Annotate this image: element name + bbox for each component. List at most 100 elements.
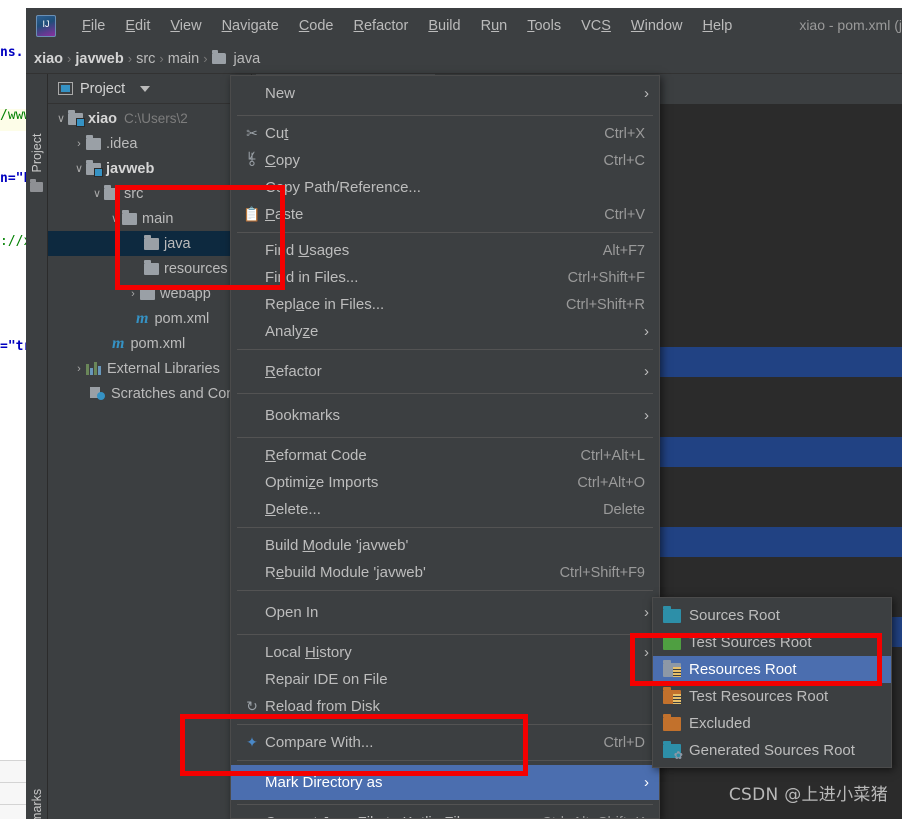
tree-row-webapp[interactable]: › webapp <box>48 281 251 306</box>
submenu-item-resources-root[interactable]: Resources Root <box>653 656 891 683</box>
breadcrumb: xiao › javweb › src › main › java <box>26 44 902 74</box>
chevron-right-icon: › <box>644 604 649 621</box>
menu-item-tools[interactable]: Tools <box>517 14 571 38</box>
menu-item-code[interactable]: Code <box>289 14 344 38</box>
breadcrumb-item-javweb[interactable]: javweb <box>75 51 123 67</box>
chevron-collapsed-icon[interactable]: › <box>72 138 86 150</box>
menu-item-label: Build Module 'javweb' <box>265 537 409 554</box>
tree-row-scratches[interactable]: Scratches and Consoles <box>48 381 268 406</box>
menu-item-label: Replace in Files... <box>265 296 385 313</box>
menu-item-find-usages[interactable]: Find Usages Alt+F7 <box>231 237 659 264</box>
tree-row-external-libraries[interactable]: › External Libraries <box>48 356 251 381</box>
menu-item-label: Convert Java File to Kotlin File <box>265 814 541 818</box>
menu-item-analyze[interactable]: Analyze › <box>231 318 659 345</box>
resources-root-folder-icon <box>663 659 681 677</box>
folder-icon <box>140 284 155 300</box>
tree-row-src[interactable]: ∨ src <box>48 181 251 206</box>
submenu-item-generated-sources-root[interactable]: Generated Sources Root <box>653 737 891 764</box>
tree-label: pom.xml <box>154 310 210 327</box>
menu-item-rebuild-module[interactable]: Rebuild Module 'javweb' Ctrl+Shift+F9 <box>231 559 659 586</box>
chevron-expanded-icon[interactable]: ∨ <box>54 112 68 125</box>
tree-row-main[interactable]: ∨ main <box>48 206 251 231</box>
submenu-item-label: Sources Root <box>689 607 780 624</box>
menu-item-label: Compare With... <box>265 734 374 751</box>
menu-item-copy-path-reference[interactable]: Copy Path/Reference... <box>231 174 659 201</box>
menu-item-label: Copy Path/Reference... <box>265 179 421 196</box>
menu-item-navigate[interactable]: Navigate <box>212 14 289 38</box>
submenu-item-label: Test Resources Root <box>689 688 829 705</box>
breadcrumb-item-java[interactable]: java <box>234 51 261 67</box>
tool-window-tab-project[interactable]: Project <box>30 120 44 186</box>
menu-item-refactor[interactable]: Refactor › <box>231 354 659 389</box>
folder-icon <box>144 259 159 275</box>
submenu-item-excluded[interactable]: Excluded <box>653 710 891 737</box>
tree-row-java[interactable]: java <box>48 231 251 256</box>
breadcrumb-item-main[interactable]: main <box>168 51 199 67</box>
context-menu: New › ✂ Cut Ctrl+X ⯉ Copy Ctrl+C Copy Pa… <box>230 75 660 819</box>
menu-item-replace-in-files[interactable]: Replace in Files... Ctrl+Shift+R <box>231 291 659 318</box>
menu-item-copy[interactable]: ⯉ Copy Ctrl+C <box>231 147 659 174</box>
chevron-collapsed-icon[interactable]: › <box>126 288 140 300</box>
menu-item-view[interactable]: View <box>160 14 211 38</box>
chevron-expanded-icon[interactable]: ∨ <box>108 212 122 225</box>
chevron-expanded-icon[interactable]: ∨ <box>90 187 104 200</box>
menu-item-repair-ide-on-file[interactable]: Repair IDE on File <box>231 666 659 693</box>
breadcrumb-item-xiao[interactable]: xiao <box>34 51 63 67</box>
chevron-down-icon[interactable] <box>140 85 151 92</box>
tree-row-resources[interactable]: resources <box>48 256 251 281</box>
menu-item-mark-directory-as[interactable]: Mark Directory as › <box>231 765 659 800</box>
submenu-item-label: Excluded <box>689 715 751 732</box>
reload-icon: ↻ <box>246 698 258 714</box>
menu-item-run[interactable]: Run <box>471 14 518 38</box>
chevron-right-icon: › <box>644 323 649 340</box>
menu-item-convert-java-to-kotlin[interactable]: Convert Java File to Kotlin File Ctrl+Al… <box>231 809 659 818</box>
mark-directory-as-submenu: Sources Root Test Sources Root Resources… <box>652 597 892 768</box>
menu-item-reformat-code[interactable]: Reformat Code Ctrl+Alt+L <box>231 442 659 469</box>
menu-item-optimize-imports[interactable]: Optimize Imports Ctrl+Alt+O <box>231 469 659 496</box>
submenu-item-label: Resources Root <box>689 661 797 678</box>
menu-item-reload-from-disk[interactable]: ↻ Reload from Disk <box>231 693 659 720</box>
chevron-expanded-icon[interactable]: ∨ <box>72 162 86 175</box>
menu-item-accelerator: Ctrl+C <box>603 152 646 169</box>
chevron-collapsed-icon[interactable]: › <box>72 363 86 375</box>
chevron-right-icon: › <box>644 363 649 380</box>
breadcrumb-separator-icon: › <box>127 51 133 66</box>
module-folder-icon <box>86 159 103 177</box>
menu-item-open-in[interactable]: Open In › <box>231 595 659 630</box>
submenu-item-test-resources-root[interactable]: Test Resources Root <box>653 683 891 710</box>
menu-item-find-in-files[interactable]: Find in Files... Ctrl+Shift+F <box>231 264 659 291</box>
menu-item-build[interactable]: Build <box>418 14 470 38</box>
menu-item-file[interactable]: File <box>72 14 115 38</box>
compare-icon: ✦ <box>246 734 258 750</box>
menu-separator <box>237 724 653 725</box>
menu-item-edit[interactable]: Edit <box>115 14 160 38</box>
menu-item-compare-with[interactable]: ✦ Compare With... Ctrl+D <box>231 729 659 756</box>
tree-row-idea[interactable]: › .idea <box>48 131 251 156</box>
menu-item-local-history[interactable]: Local History › <box>231 639 659 666</box>
tree-row-xiao[interactable]: ∨ xiao C:\Users\2 <box>48 106 251 131</box>
tree-row-javweb[interactable]: ∨ javweb <box>48 156 251 181</box>
menu-item-new[interactable]: New › <box>231 76 659 111</box>
breadcrumb-item-src[interactable]: src <box>136 51 155 67</box>
tree-row-pom-javweb[interactable]: m pom.xml <box>48 306 251 331</box>
tree-label: External Libraries <box>107 360 220 377</box>
submenu-item-test-sources-root[interactable]: Test Sources Root <box>653 629 891 656</box>
tree-row-pom-root[interactable]: m pom.xml <box>48 331 251 356</box>
menu-item-bookmarks[interactable]: Bookmarks › <box>231 398 659 433</box>
menu-item-window[interactable]: Window <box>621 14 693 38</box>
menu-item-label: Optimize Imports <box>265 474 379 491</box>
menu-item-help[interactable]: Help <box>692 14 742 38</box>
tool-window-tab-bookmarks[interactable]: ookmarks <box>30 773 44 819</box>
menu-item-cut[interactable]: ✂ Cut Ctrl+X <box>231 120 659 147</box>
menu-item-refactor[interactable]: Refactor <box>344 14 419 38</box>
menu-item-delete[interactable]: Delete... Delete <box>231 496 659 523</box>
chevron-right-icon: › <box>644 407 649 424</box>
menu-item-paste[interactable]: 📋 Paste Ctrl+V <box>231 201 659 228</box>
menu-separator <box>237 437 653 438</box>
tree-label: xiao <box>88 110 118 127</box>
project-window-icon <box>58 82 73 95</box>
menu-item-accelerator: Ctrl+Alt+L <box>580 447 645 464</box>
menu-item-build-module[interactable]: Build Module 'javweb' <box>231 532 659 559</box>
submenu-item-sources-root[interactable]: Sources Root <box>653 602 891 629</box>
menu-item-vcs[interactable]: VCS <box>571 14 621 38</box>
